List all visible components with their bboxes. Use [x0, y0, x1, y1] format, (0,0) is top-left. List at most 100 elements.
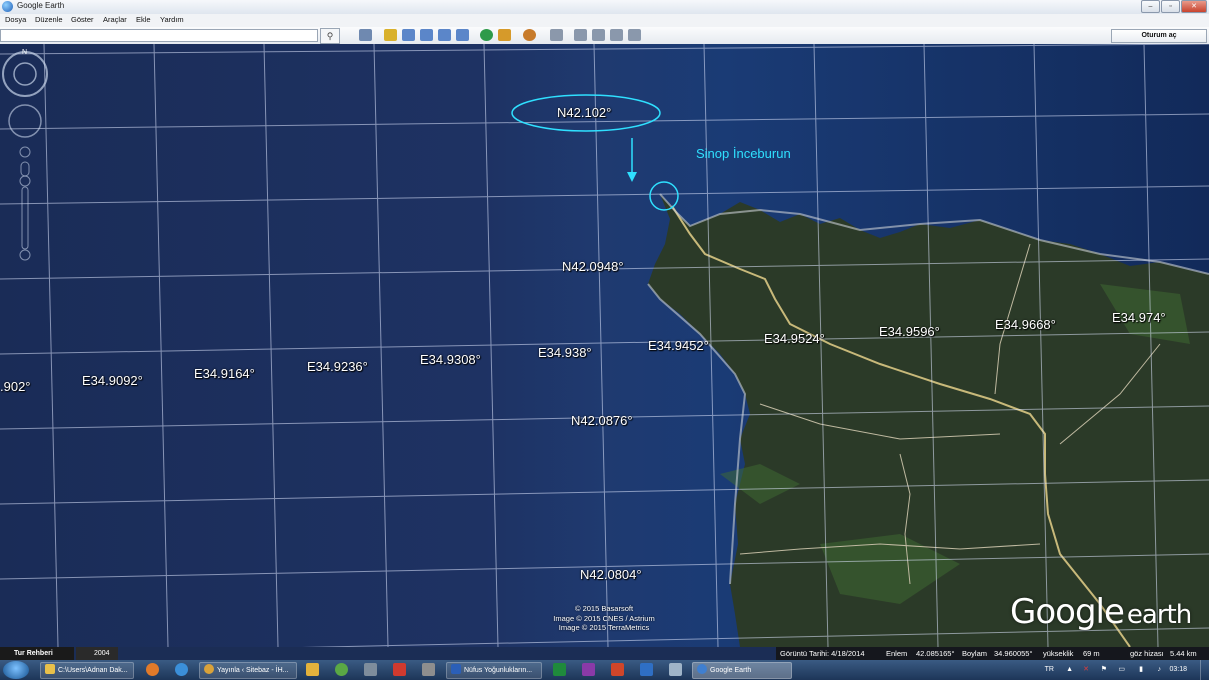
ruler-icon[interactable]	[550, 29, 563, 41]
elevation-caption: yükseklik	[1043, 649, 1074, 658]
outlook-icon[interactable]	[640, 663, 653, 676]
taskbar-item-label: C:\Users\Adnan Dak...	[58, 667, 128, 674]
firefox-icon[interactable]	[146, 663, 159, 676]
tour-guide-label: Tur Rehberi	[14, 650, 53, 657]
taskbar-item-label: Google Earth	[710, 667, 752, 674]
menu-tools[interactable]: Araçlar	[103, 15, 127, 24]
app-icon[interactable]	[364, 663, 377, 676]
move-joystick-icon[interactable]	[8, 104, 42, 138]
longitude-label: E34.974°	[1112, 310, 1166, 325]
longitude-label: .902°	[0, 379, 31, 394]
taskbar-item-browser[interactable]: Yayınla ‹ Sitebaz - İH...	[199, 662, 297, 679]
maps-view-icon[interactable]	[628, 29, 641, 41]
taskbar-item-explorer[interactable]: C:\Users\Adnan Dak...	[40, 662, 134, 679]
planets-icon[interactable]	[523, 29, 536, 41]
navigation-controls[interactable]: N	[0, 44, 50, 274]
longitude-label: E34.9452°	[648, 338, 709, 353]
menu-edit[interactable]: Düzenle	[35, 15, 63, 24]
tray-expand-icon[interactable]: ▲	[1066, 660, 1073, 680]
tour-guide-button[interactable]: Tur Rehberi	[0, 647, 74, 660]
status-bar: Görüntü Tarihi: 4/18/2014 Enlem 42.08516…	[776, 647, 1209, 660]
latitude-label: N42.0804°	[580, 567, 642, 582]
app-icon[interactable]	[422, 663, 435, 676]
folder-icon	[45, 664, 55, 674]
historical-year-indicator[interactable]: 2004	[76, 647, 118, 660]
credit-line: Image © 2015 CNES / Astrium	[553, 613, 655, 623]
app-icon[interactable]	[335, 663, 348, 676]
sign-in-button[interactable]: Oturum aç	[1111, 29, 1207, 43]
start-button[interactable]	[3, 661, 29, 679]
minimize-button[interactable]: –	[1141, 0, 1160, 13]
search-input[interactable]	[0, 29, 318, 42]
menu-add[interactable]: Ekle	[136, 15, 151, 24]
google-earth-icon	[2, 1, 13, 12]
eye-altitude-value: 5.44 km	[1170, 649, 1197, 658]
image-overlay-icon[interactable]	[438, 29, 451, 41]
volume-icon[interactable]: ♪	[1158, 660, 1162, 680]
language-indicator[interactable]: TR	[1045, 660, 1054, 680]
taskbar-item-label: Yayınla ‹ Sitebaz - İH...	[217, 667, 289, 674]
north-indicator-icon[interactable]: N	[22, 49, 27, 56]
zoom-in-icon[interactable]	[19, 175, 31, 187]
print-icon[interactable]	[592, 29, 605, 41]
close-button[interactable]: ✕	[1181, 0, 1207, 13]
show-desktop-button[interactable]	[1200, 660, 1209, 680]
record-tour-icon[interactable]	[456, 29, 469, 41]
app-icon[interactable]	[393, 663, 406, 676]
look-joystick-icon[interactable]	[13, 62, 37, 86]
window-title: Google Earth	[17, 1, 65, 10]
credit-line: Image © 2015 TerraMetrics	[558, 623, 650, 632]
excel-icon[interactable]	[553, 663, 566, 676]
menu-bar: Dosya Düzenle Göster Araçlar Ekle Yardım	[0, 14, 1209, 28]
zoom-out-icon[interactable]	[19, 249, 31, 261]
menu-help[interactable]: Yardım	[160, 15, 184, 24]
year-label: 2004	[94, 650, 110, 657]
imagery-date: Görüntü Tarihi: 4/18/2014	[780, 649, 865, 658]
search-button[interactable]: ⚲	[320, 28, 340, 44]
flag-icon[interactable]: ⚑	[1101, 660, 1107, 680]
powerpoint-icon[interactable]	[611, 663, 624, 676]
map-view[interactable]: N42.102° N42.0948° N42.0876° N42.0804° .…	[0, 44, 1209, 647]
satellite-imagery	[0, 44, 1209, 647]
clock[interactable]: 03:18	[1169, 660, 1187, 680]
longitude-label: E34.9668°	[995, 317, 1056, 332]
menu-file[interactable]: Dosya	[5, 15, 26, 24]
email-icon[interactable]	[574, 29, 587, 41]
google-earth-icon	[697, 664, 707, 674]
logo-main: Google	[1010, 592, 1125, 632]
maximize-button[interactable]: ▫	[1161, 0, 1180, 13]
menu-view[interactable]: Göster	[71, 15, 94, 24]
security-icon[interactable]: ✕	[1083, 660, 1089, 680]
longitude-label: E34.9164°	[194, 366, 255, 381]
compass-ring-icon[interactable]	[2, 51, 48, 97]
street-view-icon[interactable]	[19, 146, 31, 158]
save-image-icon[interactable]	[610, 29, 623, 41]
onenote-icon[interactable]	[582, 663, 595, 676]
network-icon[interactable]: ▮	[1139, 660, 1143, 680]
polygon-icon[interactable]	[402, 29, 415, 41]
media-player-icon[interactable]	[306, 663, 319, 676]
longitude-caption: Boylam	[962, 649, 988, 658]
latitude-label: N42.0876°	[571, 413, 633, 428]
latitude-value: 42.085165°	[916, 649, 955, 658]
taskbar-item-word[interactable]: Nüfus Yoğunlukların...	[446, 662, 542, 679]
google-earth-logo: Google earth	[1010, 592, 1192, 632]
sidebar-toggle-icon[interactable]	[359, 29, 372, 41]
word-icon	[451, 664, 461, 674]
zoom-slider[interactable]	[21, 186, 29, 250]
display-icon[interactable]: ▭	[1118, 660, 1125, 680]
longitude-label: E34.9308°	[420, 352, 481, 367]
path-icon[interactable]	[420, 29, 433, 41]
historical-imagery-icon[interactable]	[480, 29, 493, 41]
app-icon[interactable]	[669, 663, 682, 676]
placemark-icon[interactable]	[384, 29, 397, 41]
longitude-label: E34.9596°	[879, 324, 940, 339]
sunlight-icon[interactable]	[498, 29, 511, 41]
internet-explorer-icon[interactable]	[175, 663, 188, 676]
latitude-label: N42.102°	[557, 105, 612, 120]
credit-line: © 2015 Basarsoft	[574, 604, 634, 613]
imagery-credits: © 2015 Basarsoft Image © 2015 CNES / Ast…	[544, 604, 664, 633]
eye-altitude-caption: göz hizası	[1130, 649, 1164, 658]
chrome-icon	[204, 664, 214, 674]
taskbar-item-google-earth[interactable]: Google Earth	[692, 662, 792, 679]
